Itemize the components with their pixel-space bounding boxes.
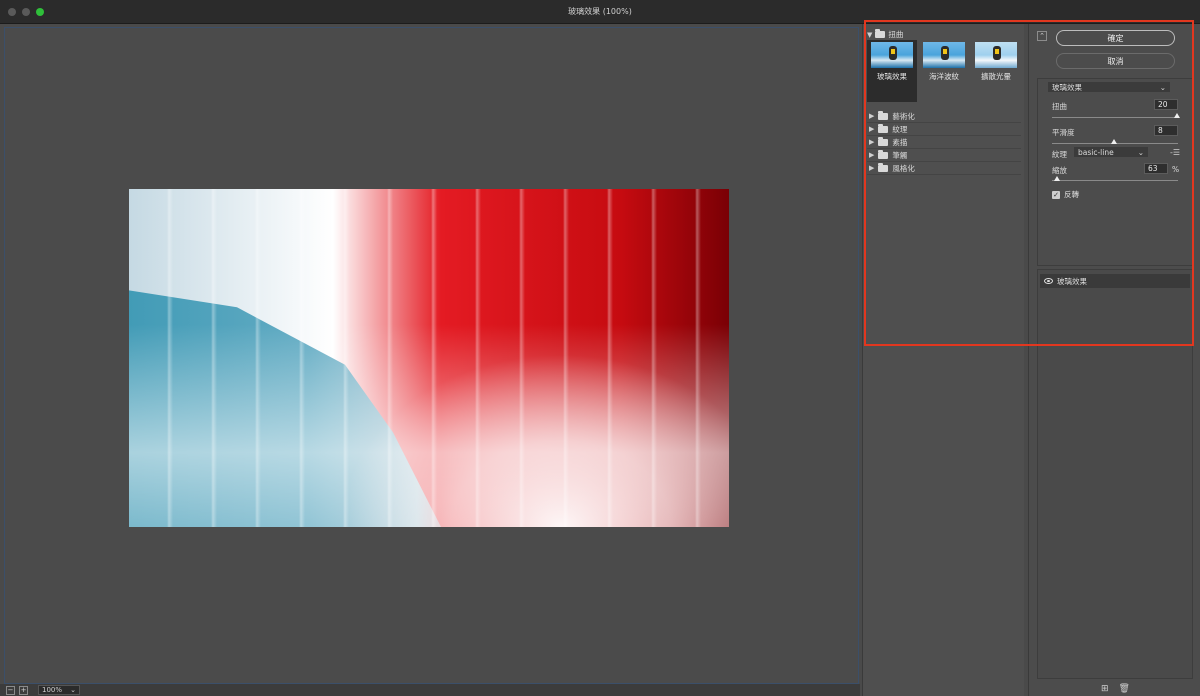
settings-panel: ⌃ 確定 取消 玻璃效果 ⌄ 扭曲 20 平滑度 8 紋理 basic-line… [1028,24,1200,696]
category-label: 筆觸 [892,150,908,160]
scaling-unit: % [1172,165,1180,174]
caret-right-icon: ▶ [869,151,875,159]
distortion-slider-track[interactable] [1052,117,1178,118]
collapse-gallery-button[interactable]: ⌃ [1037,31,1047,41]
chevron-down-icon: ⌄ [70,686,76,694]
caret-right-icon: ▶ [869,112,875,120]
category-brush-strokes[interactable]: ▶ 筆觸 [867,149,1021,162]
category-sketch[interactable]: ▶ 素描 [867,136,1021,149]
zoom-select[interactable]: 100% ⌄ [38,685,80,695]
window-title: 玻璃效果 (100%) [568,7,632,16]
smoothness-label: 平滑度 [1052,128,1075,137]
close-window-button[interactable] [8,8,16,16]
filter-gallery-panel: ▼ 扭曲 玻璃效果 海洋波紋 擴散光暈 ▶ 藝術化 ▶ 紋理 ▶ 素描 ▶ 筆觸… [862,24,1024,696]
preview-image [129,189,729,527]
title-bar: 玻璃效果 (100%) [0,0,1200,24]
effect-layer-label: 玻璃效果 [1057,276,1087,286]
filter-settings-box: 玻璃效果 ⌄ 扭曲 20 平滑度 8 紋理 basic-line ⌄ -☰ 縮放… [1037,78,1193,266]
folder-icon [878,123,889,133]
filter-thumbnails: 玻璃效果 海洋波紋 擴散光暈 [867,40,1021,102]
filter-select-value: 玻璃效果 [1052,82,1082,92]
category-label: 扭曲 [888,30,904,39]
thumbnail-label: 海洋波紋 [929,72,959,81]
thumbnail-image [923,42,965,68]
texture-label: 紋理 [1052,150,1067,159]
thumbnail-ocean-ripple[interactable]: 海洋波紋 [919,40,969,102]
new-effect-layer-icon[interactable]: ⊞ [1101,684,1109,694]
distortion-label: 扭曲 [1052,102,1067,111]
effect-layer-actions: ⊞ 🗑 [1101,684,1130,694]
category-texture[interactable]: ▶ 紋理 [867,123,1021,136]
folder-icon [878,136,889,146]
filter-category-list: ▶ 藝術化 ▶ 紋理 ▶ 素描 ▶ 筆觸 ▶ 風格化 [867,110,1021,175]
status-bar: − + 100% ⌄ [0,684,860,696]
category-stylize[interactable]: ▶ 風格化 [867,162,1021,175]
thumbnail-image [975,42,1017,68]
window-controls [8,8,44,16]
chevron-down-icon: ⌄ [1137,147,1144,157]
ok-button[interactable]: 確定 [1056,30,1175,46]
minimize-window-button[interactable] [22,8,30,16]
preview-area[interactable] [4,27,859,684]
caret-right-icon: ▶ [869,164,875,172]
invert-label: 反轉 [1064,190,1079,199]
chevron-up-icon: ⌃ [1039,32,1045,40]
eye-icon[interactable] [1044,278,1053,284]
smoothness-input[interactable]: 8 [1154,125,1178,136]
scaling-label: 縮放 [1052,166,1067,175]
caret-right-icon: ▶ [869,138,875,146]
zoom-in-button[interactable]: + [19,685,28,695]
smoothness-slider-thumb[interactable] [1111,139,1117,144]
scaling-slider-thumb[interactable] [1054,176,1060,181]
effect-layers-box: 玻璃效果 [1037,269,1193,679]
thumbnail-label: 玻璃效果 [877,72,907,81]
caret-down-icon: ▼ [867,30,873,39]
category-label: 紋理 [892,124,908,134]
scaling-input[interactable]: 63 [1144,163,1168,174]
cancel-button[interactable]: 取消 [1056,53,1175,69]
filter-gallery-window: 玻璃效果 (100%) − + 100% ⌄ ▼ 扭曲 玻璃效果 海洋波紋 擴散… [0,0,1200,696]
texture-select-value: basic-line [1078,147,1114,157]
category-label: 素描 [892,137,908,147]
folder-icon [878,110,889,120]
category-label: 風格化 [892,163,915,173]
invert-checkbox[interactable]: ✓ [1052,190,1060,199]
chevron-down-icon: ⌄ [1159,82,1166,92]
zoom-out-button[interactable]: − [6,685,15,695]
zoom-value: 100% [42,686,63,694]
folder-icon [878,162,889,172]
folder-icon [878,149,889,159]
image-glass-streaks [129,189,729,527]
caret-right-icon: ▶ [869,125,875,133]
invert-option[interactable]: ✓ 反轉 [1052,189,1079,200]
thumbnail-diffuse-glow[interactable]: 擴散光暈 [971,40,1021,102]
scaling-slider-track[interactable] [1052,180,1178,181]
thumbnail-glass[interactable]: 玻璃效果 [867,40,917,102]
texture-menu-icon[interactable]: -☰ [1170,148,1180,157]
category-artistic[interactable]: ▶ 藝術化 [867,110,1021,123]
zoom-window-button[interactable] [36,8,44,16]
thumbnail-label: 擴散光暈 [981,72,1011,81]
trash-icon[interactable]: 🗑 [1119,684,1130,694]
effect-layer-row[interactable]: 玻璃效果 [1040,274,1190,288]
folder-open-icon [875,29,886,38]
distortion-input[interactable]: 20 [1154,99,1178,110]
distortion-slider-thumb[interactable] [1174,113,1180,118]
category-distort[interactable]: ▼ 扭曲 [867,29,903,40]
filter-select[interactable]: 玻璃效果 ⌄ [1048,82,1170,92]
thumbnail-image [871,42,913,68]
category-label: 藝術化 [892,111,915,121]
texture-select[interactable]: basic-line ⌄ [1074,147,1148,157]
